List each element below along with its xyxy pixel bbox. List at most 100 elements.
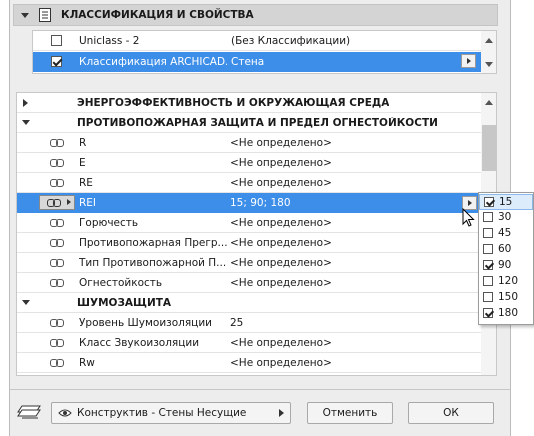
property-name: RE [79,177,93,189]
collapse-triangle-icon[interactable] [21,13,29,18]
property-value: 25 [230,317,244,329]
option-checkbox[interactable] [483,212,493,222]
scroll-thumb[interactable] [482,125,496,171]
link-icon [50,139,64,147]
property-value: <Не определено> [230,157,332,169]
classification-row-archicad[interactable]: Классификация ARCHICAD... Стена [33,52,481,72]
cursor-icon [462,208,475,227]
link-icon [50,159,64,167]
property-value: <Не определено> [230,137,332,149]
link-icon [50,279,64,287]
property-name: Тип Противопожарной П... [79,257,227,269]
property-row-r[interactable]: R <Не определено> [17,133,481,153]
link-icon [47,199,61,207]
property-value: <Не определено> [230,357,332,369]
group-title: ЭНЕРГОЭФФЕКТИВНОСТЬ И ОКРУЖАЮЩАЯ СРЕДА [77,97,390,109]
property-value: 15; 90; 180 [230,197,291,209]
layer-combo-label: Конструктив - Стены Несущие [77,407,247,419]
rei-option-60[interactable]: 60 [479,242,533,258]
link-icon [50,319,64,327]
link-icon [50,239,64,247]
property-row-e[interactable]: E <Не определено> [17,153,481,173]
option-checkbox[interactable] [483,276,493,286]
classification-table: Uniclass - 2 (Без Классификации) Классиф… [32,30,497,74]
collapse-triangle-icon[interactable] [22,120,30,125]
expand-triangle-icon[interactable] [23,99,28,107]
uniclass-checkbox[interactable] [51,35,62,46]
property-row-fire-resistance[interactable]: Огнестойкость <Не определено> [17,273,481,293]
rei-option-15[interactable]: 15 [479,194,533,210]
option-checkbox[interactable] [483,244,493,254]
link-toggle-button[interactable] [39,195,75,210]
rei-option-180[interactable]: 180 [479,306,533,322]
layer-combo[interactable]: Конструктив - Стены Несущие [51,402,291,424]
layers-icon[interactable] [16,404,42,420]
link-icon [50,179,64,187]
properties-table: ЭНЕРГОЭФФЕКТИВНОСТЬ И ОКРУЖАЮЩАЯ СРЕДА П… [16,92,497,376]
rei-option-120[interactable]: 120 [479,274,533,290]
eye-icon [58,409,72,417]
chevron-right-icon [279,409,284,417]
property-value: <Не определено> [230,277,332,289]
rei-values-dropdown: 15 30 45 60 90 120 150 180 [478,192,534,325]
classification-panel-title: КЛАССИФИКАЦИЯ И СВОЙСТВА [61,9,254,21]
property-name: Огнестойкость [79,277,163,289]
group-noise[interactable]: ШУМОЗАЩИТА [17,293,481,313]
option-checkbox[interactable] [483,292,493,302]
property-value: <Не определено> [230,237,332,249]
property-name: Уровень Шумоизоляции [79,317,212,329]
property-name: Горючесть [79,217,139,229]
link-icon [50,339,64,347]
checklist-icon [39,8,51,22]
property-row-fire-type[interactable]: Тип Противопожарной П... <Не определено> [17,253,481,273]
link-icon [50,259,64,267]
property-row-rw[interactable]: Rw <Не определено> [17,353,481,373]
property-row-sound-class[interactable]: Класс Звукоизоляции <Не определено> [17,333,481,353]
archicad-checkbox[interactable] [51,56,62,67]
rei-option-150[interactable]: 150 [479,290,533,306]
classification-name: Классификация ARCHICAD... [79,56,227,68]
scroll-down-icon[interactable] [485,62,493,67]
property-name: Класс Звукоизоляции [79,337,200,349]
property-name: E [79,157,86,169]
scroll-up-icon[interactable] [485,38,493,43]
classification-scrollbar[interactable] [481,31,496,73]
property-name: R [79,137,87,149]
classification-value: Стена [231,56,265,68]
property-name: Rw [79,357,95,369]
link-icon [50,359,64,367]
link-icon [50,219,64,227]
rei-option-45[interactable]: 45 [479,226,533,242]
group-title: ШУМОЗАЩИТА [77,297,172,309]
property-row-re[interactable]: RE <Не определено> [17,173,481,193]
option-checkbox[interactable] [484,197,494,207]
property-row-rei[interactable]: REI 15; 90; 180 [17,193,481,213]
classification-value: (Без Классификации) [231,35,351,47]
ok-button[interactable]: ОК [408,402,494,424]
cancel-button[interactable]: Отменить [307,402,393,424]
chevron-right-icon [67,199,71,205]
group-energy[interactable]: ЭНЕРГОЭФФЕКТИВНОСТЬ И ОКРУЖАЮЩАЯ СРЕДА [17,93,481,113]
rei-option-90[interactable]: 90 [479,258,533,274]
group-title: ПРОТИВОПОЖАРНАЯ ЗАЩИТА И ПРЕДЕЛ ОГНЕСТОЙ… [77,117,438,129]
classification-row-uniclass[interactable]: Uniclass - 2 (Без Классификации) [33,31,481,51]
classification-panel-header[interactable]: КЛАССИФИКАЦИЯ И СВОЙСТВА [13,4,498,26]
group-fire[interactable]: ПРОТИВОПОЖАРНАЯ ЗАЩИТА И ПРЕДЕЛ ОГНЕСТОЙ… [17,113,481,133]
property-row-noise-level[interactable]: Уровень Шумоизоляции 25 [17,313,481,333]
property-value: <Не определено> [230,217,332,229]
property-row-flammability[interactable]: Горючесть <Не определено> [17,213,481,233]
property-value: <Не определено> [230,257,332,269]
property-value: <Не определено> [230,337,332,349]
property-name: Противопожарная Прегр... [79,237,227,249]
scroll-up-icon[interactable] [485,100,493,105]
option-checkbox[interactable] [483,228,493,238]
option-checkbox[interactable] [483,260,493,270]
property-row-fire-barrier[interactable]: Противопожарная Прегр... <Не определено> [17,233,481,253]
property-name: REI [79,197,97,209]
property-value: <Не определено> [230,177,332,189]
footer-separator [9,389,511,390]
option-checkbox[interactable] [483,308,493,318]
classification-dropdown-button[interactable] [461,54,476,68]
collapse-triangle-icon[interactable] [22,300,30,305]
rei-option-30[interactable]: 30 [479,210,533,226]
